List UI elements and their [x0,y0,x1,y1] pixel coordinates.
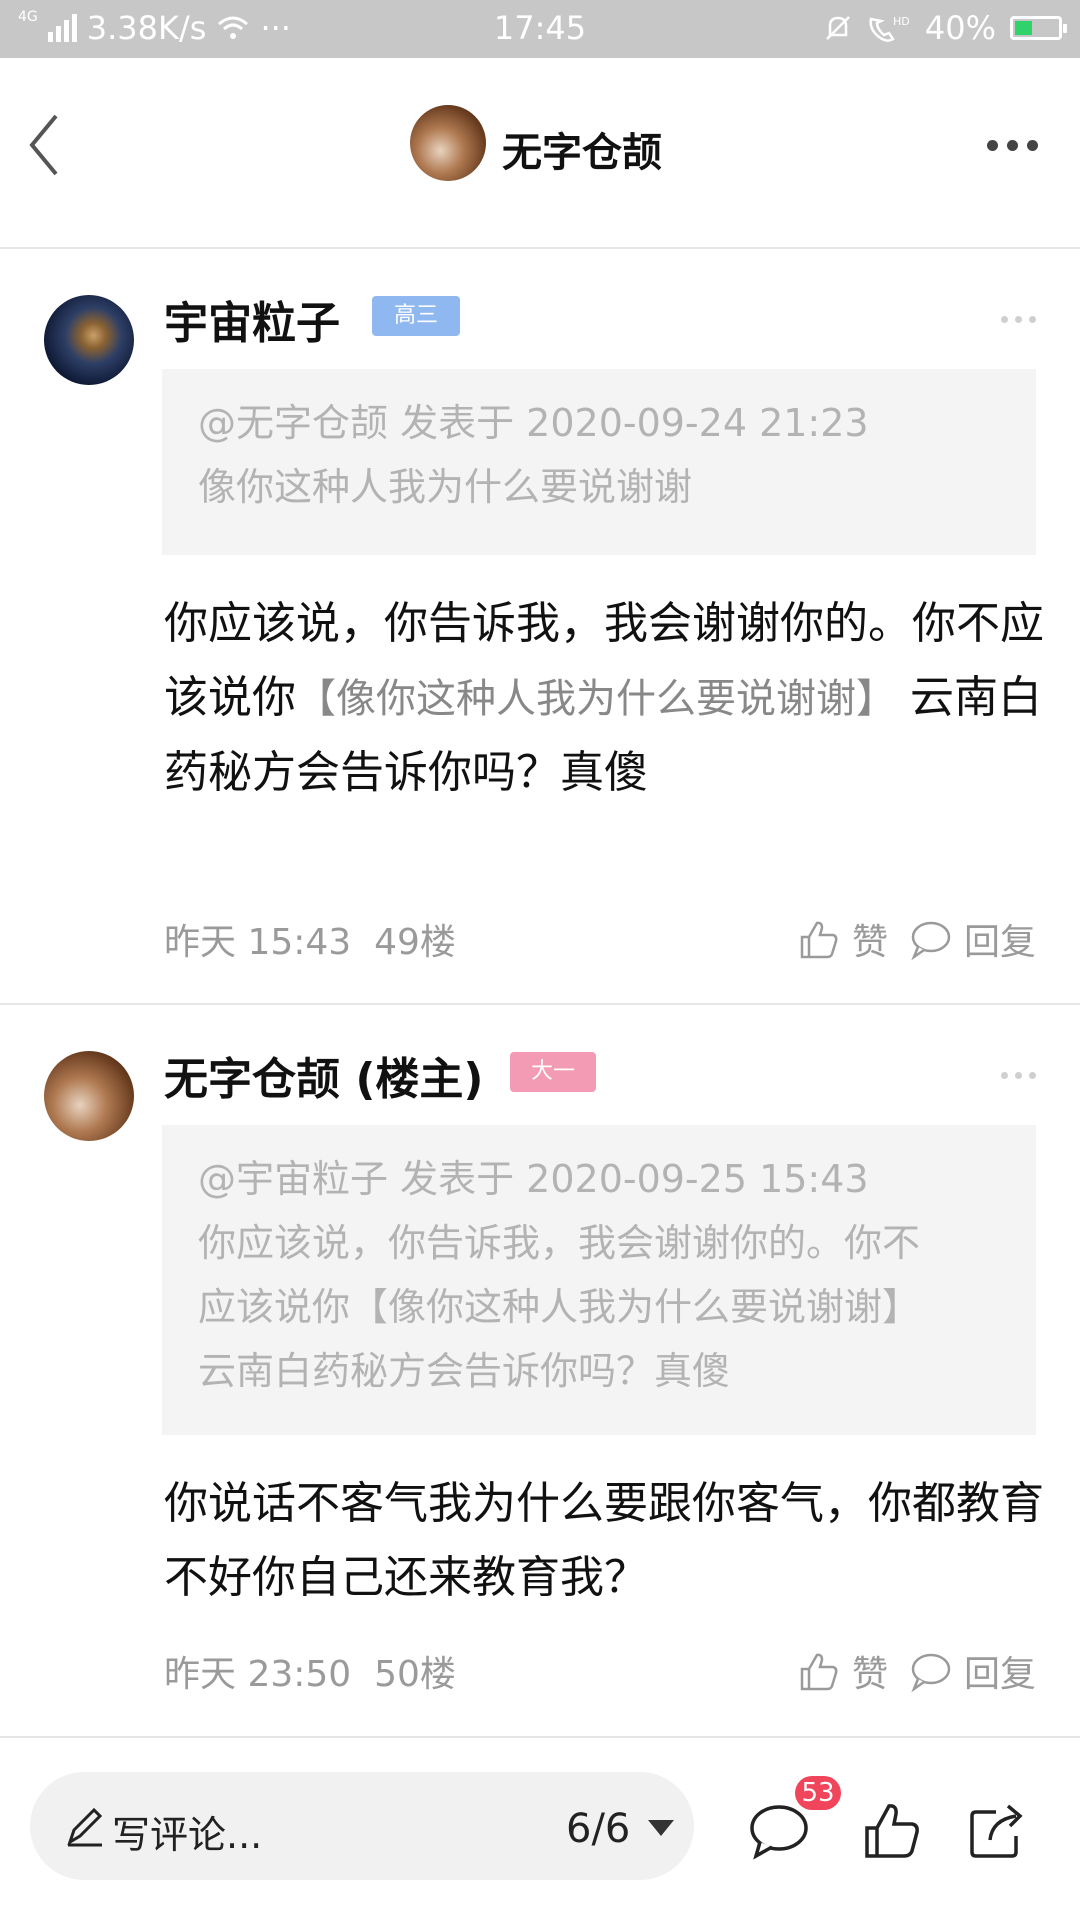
svg-text:HD: HD [893,15,910,28]
like-button[interactable]: 赞 [796,913,888,965]
comment-body: 你说话不客气我为什么要跟你客气，你都教育不好你自己还来教育我？ [164,1478,1044,1603]
comment-count-badge: 53 [795,1776,841,1810]
comment-actions: 赞 回复 [796,1645,1036,1697]
comment-body: 你应该说，你告诉我，我会谢谢你的。你不应该说你【像你这种人我为什么要说谢谢】 云… [164,587,1044,810]
quote-meta: @宇宙粒子 发表于 2020-09-25 15:43 [198,1157,869,1201]
thumbs-up-icon [800,921,838,959]
reply-button[interactable]: 回复 [908,913,1036,965]
comment-meta: 昨天 23:50 50楼 [164,1645,456,1697]
bottom-bar: 写评论... 6/6 53 [0,1740,1080,1920]
avatar[interactable] [44,295,134,385]
comment-actions: 赞 回复 [796,913,1036,965]
status-bar: 4G 3.38K/s ··· 17:45 HD 40% [0,0,1080,58]
comment-time: 昨天 23:50 [164,1654,352,1695]
dropdown-caret-icon[interactable] [648,1820,674,1836]
share-icon[interactable] [966,1800,1028,1862]
comment-username[interactable]: 宇宙粒子 [164,287,340,351]
quoted-reply: @无字仓颉 发表于 2020-09-24 21:23 像你这种人我为什么要说谢谢 [162,369,1036,555]
quote-text: 像你这种人我为什么要说谢谢 [198,465,693,509]
thumbs-up-icon [800,1653,838,1691]
page-indicator[interactable]: 6/6 [566,1806,630,1852]
mute-bell-icon [825,16,850,40]
avatar[interactable] [44,1051,134,1141]
more-options-icon[interactable] [987,140,1038,151]
reply-bubble-icon [911,921,951,961]
divider [0,1736,1080,1738]
quote-text: 应该说你【像你这种人我为什么要说谢谢】 [198,1285,921,1329]
comment-input[interactable]: 写评论... 6/6 [30,1772,694,1880]
page-title: 无字仓颉 [502,130,662,176]
inline-quote: 【像你这种人我为什么要说谢谢】 [296,676,896,722]
comment-item: 宇宙粒子 高三 @无字仓颉 发表于 2020-09-24 21:23 像你这种人… [0,249,1080,999]
comment-more-icon[interactable] [1001,1072,1036,1079]
thumbs-up-icon[interactable] [862,1800,922,1862]
floor-number: 50楼 [374,1654,456,1695]
reply-button[interactable]: 回复 [908,1645,1036,1697]
comment-time: 昨天 15:43 [164,922,352,963]
quoted-reply: @宇宙粒子 发表于 2020-09-25 15:43 你应该说，你告诉我，我会谢… [162,1125,1036,1435]
reply-bubble-icon [911,1653,951,1693]
hd-call-icon: HD [869,15,910,42]
reply-label: 回复 [963,922,1036,963]
comment-input-placeholder: 写评论... [112,1813,263,1857]
pen-icon [67,1807,103,1847]
comment-meta: 昨天 15:43 49楼 [164,913,456,965]
like-button[interactable]: 赞 [796,1645,888,1697]
author-avatar[interactable] [410,105,486,181]
quote-text: 云南白药秘方会告诉你吗？真傻 [198,1349,731,1393]
grade-badge: 大一 [510,1052,596,1092]
comment-more-icon[interactable] [1001,316,1036,323]
quote-text: 你应该说，你告诉我，我会谢谢你的。你不 [198,1221,921,1265]
comment-username[interactable]: 无字仓颉 (楼主) [164,1043,484,1107]
battery-icon [1010,16,1067,40]
top-bar: 无字仓颉 [0,58,1080,248]
like-label: 赞 [851,1654,888,1695]
comments-icon[interactable] [748,1802,810,1860]
floor-number: 49楼 [374,922,456,963]
quote-meta: @无字仓颉 发表于 2020-09-24 21:23 [198,401,869,445]
like-label: 赞 [851,922,888,963]
comment-item: 无字仓颉 (楼主) 大一 @宇宙粒子 发表于 2020-09-25 15:43 … [0,1005,1080,1735]
back-arrow-icon[interactable] [26,110,66,180]
grade-badge: 高三 [372,296,460,336]
battery-percent: 40% [924,9,996,47]
reply-label: 回复 [963,1654,1036,1695]
battery-fill [1015,21,1032,35]
